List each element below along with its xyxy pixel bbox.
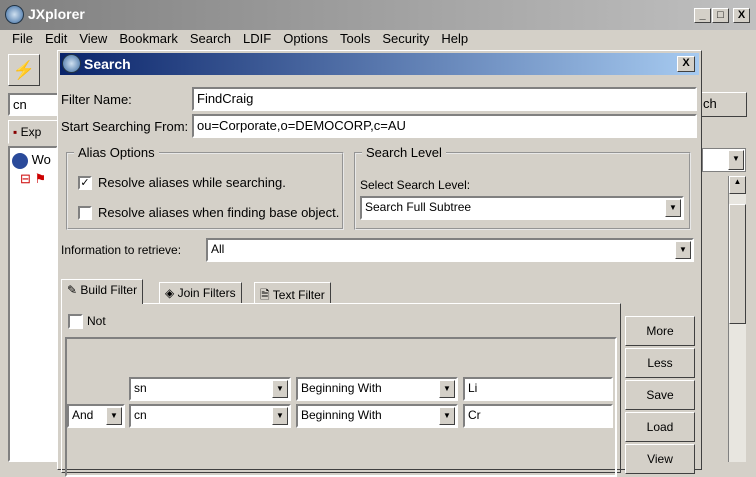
tree-root-label[interactable]: Wo (32, 152, 51, 167)
condition-select[interactable]: Beginning With ▼ (296, 404, 458, 428)
menu-file[interactable]: File (6, 29, 39, 49)
tab-text-filter[interactable]: 🗎 Text Filter (254, 282, 331, 304)
search-level-select[interactable]: Search Full Subtree ▼ (360, 196, 684, 220)
operator-value: And (72, 408, 94, 422)
menu-bar: File Edit View Bookmark Search LDIF Opti… (0, 29, 756, 49)
more-button[interactable]: More (625, 316, 695, 346)
menu-security[interactable]: Security (376, 29, 435, 49)
tab-build-filter[interactable]: ✎ Build Filter (61, 279, 144, 304)
condition-select[interactable]: Beginning With ▼ (296, 377, 458, 401)
search-level-value: Search Full Subtree (365, 200, 472, 214)
attribute-select[interactable]: sn ▼ (129, 377, 291, 401)
search-level-title: Search Level (362, 145, 446, 160)
minimize-button[interactable]: _ (694, 8, 711, 23)
chevron-down-icon[interactable]: ▼ (675, 241, 691, 259)
menu-ldif[interactable]: LDIF (237, 29, 277, 49)
pencil-icon: ✎ (67, 283, 78, 297)
menu-bookmark[interactable]: Bookmark (113, 29, 184, 49)
tab-label: Build Filter (80, 283, 138, 297)
not-checkbox[interactable] (68, 314, 83, 329)
value-input[interactable]: Li (463, 377, 613, 401)
attribute-select[interactable]: cn ▼ (129, 404, 291, 428)
scrollbar[interactable]: ▲ (728, 176, 746, 462)
menu-options[interactable]: Options (277, 29, 334, 49)
filter-name-input[interactable]: FindCraig (192, 87, 697, 111)
menu-tools[interactable]: Tools (334, 29, 376, 49)
maximize-button[interactable]: □ (712, 8, 729, 23)
chevron-down-icon[interactable]: ▼ (665, 199, 681, 217)
search-dialog: Search X Filter Name: FindCraig Start Se… (57, 50, 702, 477)
start-from-input[interactable]: ou=Corporate,o=DEMOCORP,c=AU (192, 114, 697, 138)
save-button[interactable]: Save (625, 380, 695, 410)
tab-explore-label: Exp (20, 125, 42, 139)
search-button[interactable]: ch (700, 92, 747, 117)
resolve-searching-label: Resolve aliases while searching. (98, 175, 286, 190)
dialog-title-bar: Search (60, 53, 699, 75)
tab-join-filters[interactable]: ◈ Join Filters (159, 282, 242, 304)
close-window-button[interactable]: X (733, 8, 750, 23)
tab-label: Text Filter (272, 288, 325, 302)
chevron-down-icon[interactable]: ▼ (272, 380, 288, 398)
start-from-label: Start Searching From: (61, 119, 189, 134)
operator-select[interactable]: And ▼ (67, 404, 125, 428)
less-button[interactable]: Less (625, 348, 695, 378)
build-filter-panel: Not sn ▼ Beginning With ▼ Li And ▼ cn ▼ Begi… (61, 303, 621, 477)
condition-value: Beginning With (301, 381, 382, 395)
app-title: JXplorer (28, 6, 85, 22)
tab-explore[interactable]: ▪ Exp (8, 120, 58, 144)
chevron-down-icon[interactable]: ▼ (272, 407, 288, 425)
search-level-group: Search Level Select Search Level: Search… (354, 145, 691, 230)
chevron-down-icon[interactable]: ▼ (439, 407, 455, 425)
chevron-down-icon[interactable]: ▼ (728, 150, 744, 170)
info-retrieve-select[interactable]: All ▼ (206, 238, 694, 262)
search-level-label: Select Search Level: (360, 178, 471, 192)
background-combo[interactable]: ▼ (702, 148, 746, 172)
app-logo-icon (5, 5, 24, 24)
attribute-value: sn (134, 381, 147, 395)
chevron-down-icon[interactable]: ▼ (439, 380, 455, 398)
info-retrieve-label: Information to retrieve: (61, 243, 182, 257)
chevron-down-icon[interactable]: ▼ (106, 407, 122, 425)
stack-icon: ◈ (165, 286, 175, 300)
load-button[interactable]: Load (625, 412, 695, 442)
connect-icon[interactable]: ⚡ (8, 54, 40, 86)
condition-value: Beginning With (301, 408, 382, 422)
menu-search[interactable]: Search (184, 29, 237, 49)
attribute-value: cn (134, 408, 147, 422)
world-icon (12, 152, 28, 169)
scroll-up-icon[interactable]: ▲ (729, 176, 746, 194)
scroll-thumb[interactable] (729, 204, 746, 324)
resolve-base-checkbox[interactable] (78, 206, 92, 220)
info-retrieve-value: All (211, 242, 225, 256)
tab-label: Join Filters (177, 286, 236, 300)
tree-icon: ▪ (13, 125, 18, 139)
dialog-close-button[interactable]: X (677, 56, 695, 72)
alias-options-group: Alias Options ✓ Resolve aliases while se… (66, 145, 344, 230)
tree-panel: Wo ⊟ ⚑ (8, 146, 58, 462)
menu-help[interactable]: Help (435, 29, 474, 49)
menu-edit[interactable]: Edit (39, 29, 73, 49)
value-input[interactable]: Cr (463, 404, 613, 428)
app-title-bar: JXplorer (0, 0, 756, 30)
document-icon: 🗎 (260, 288, 270, 302)
view-button[interactable]: View (625, 444, 695, 474)
resolve-searching-checkbox[interactable]: ✓ (78, 176, 92, 190)
dialog-logo-icon (62, 54, 81, 73)
dialog-title: Search (84, 56, 131, 72)
not-label: Not (87, 314, 106, 328)
flag-icon[interactable]: ⊟ ⚑ (20, 171, 56, 187)
filter-rows-area: sn ▼ Beginning With ▼ Li And ▼ cn ▼ Beginnin… (65, 337, 617, 477)
menu-view[interactable]: View (73, 29, 113, 49)
quick-search-input[interactable]: cn (8, 93, 63, 116)
alias-options-title: Alias Options (74, 145, 159, 160)
filter-name-label: Filter Name: (61, 92, 132, 107)
resolve-base-label: Resolve aliases when finding base object… (98, 205, 340, 220)
